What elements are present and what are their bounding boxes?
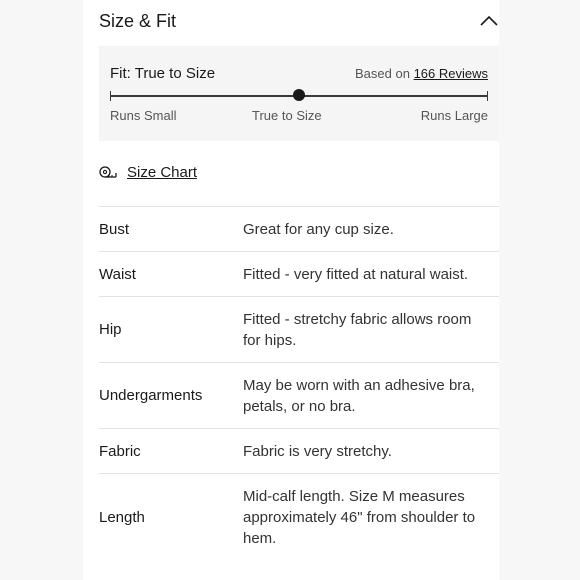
chevron-up-icon[interactable] [479, 13, 499, 29]
detail-value: Great for any cup size. [243, 220, 394, 238]
detail-row-bust: Bust Great for any cup size. [99, 206, 499, 251]
fit-label: Fit: True to Size [110, 65, 216, 82]
size-fit-header[interactable]: Size & Fit [99, 0, 499, 46]
scale-label-runs-small: Runs Small [110, 108, 177, 123]
detail-value: Fitted - very fitted at natural waist. [243, 265, 469, 283]
scale-tick-right [487, 91, 488, 101]
scale-label-runs-large: Runs Large [420, 108, 488, 123]
fit-details-table: Bust Great for any cup size. Waist Fitte… [99, 206, 499, 560]
detail-value: May be worn with an adhesive bra, petals… [243, 376, 475, 415]
detail-value: Fabric is very stretchy. [243, 442, 392, 460]
size-fit-panel: Size & Fit Fit: True to Size Based on 16… [83, 0, 499, 580]
detail-value: Fitted - stretchy fabric allows room for… [243, 310, 472, 349]
detail-value: Mid-calf length. Size M measures approxi… [243, 487, 476, 547]
fit-scale-track [110, 89, 488, 101]
detail-key: Hip [99, 321, 122, 338]
measuring-tape-icon [99, 166, 117, 178]
detail-row-waist: Waist Fitted - very fitted at natural wa… [99, 251, 499, 296]
scale-tick-left [110, 91, 111, 101]
section-title: Size & Fit [99, 11, 177, 31]
size-chart-label: Size Chart [127, 164, 198, 181]
detail-row-undergarments: Undergarments May be worn with an adhesi… [99, 362, 499, 428]
detail-key: Undergarments [99, 387, 203, 404]
scale-label-true-to-size: True to Size [252, 108, 322, 123]
fit-scale-marker [293, 89, 305, 101]
detail-row-fabric: Fabric Fabric is very stretchy. [99, 428, 499, 473]
detail-key: Waist [99, 265, 136, 283]
detail-row-hip: Hip Fitted - stretchy fabric allows room… [99, 296, 499, 362]
reviews-link[interactable]: 166 Reviews [414, 66, 488, 81]
fit-summary-card: Fit: True to Size Based on 166 Reviews R… [99, 46, 499, 141]
detail-key: Length [99, 508, 145, 526]
detail-key: Fabric [99, 442, 141, 460]
detail-key: Bust [99, 220, 130, 238]
based-on-reviews: Based on 166 Reviews [355, 66, 488, 81]
detail-row-length: Length Mid-calf length. Size M measures … [99, 473, 499, 560]
based-on-prefix: Based on [355, 66, 410, 81]
